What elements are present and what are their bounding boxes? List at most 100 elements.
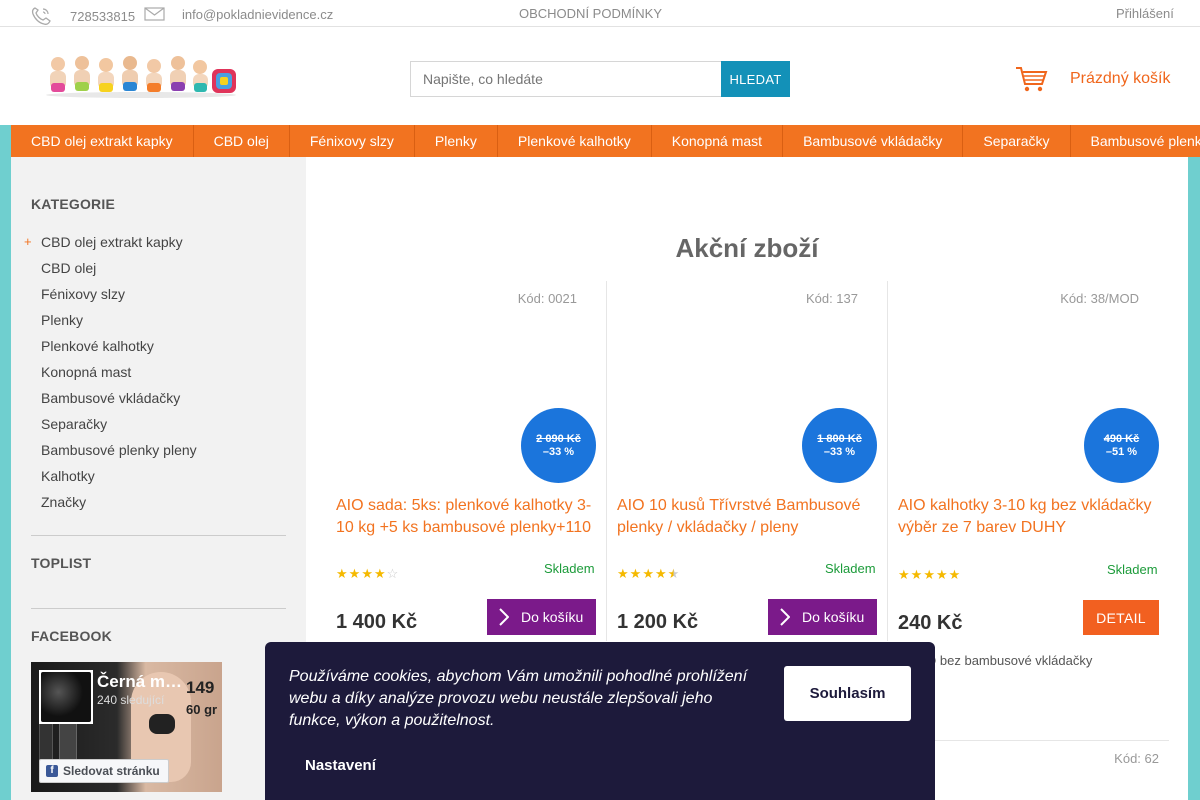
rating-stars: ★ ★ ★ ★ ☆ [336, 566, 398, 582]
category-item[interactable]: Plenkové kalhotky [41, 337, 197, 363]
discount-percent: –51 % [1105, 446, 1138, 458]
add-to-cart-button[interactable]: Do košíku [487, 599, 596, 635]
follow-label: Sledovat stránku [63, 764, 160, 778]
terms-link-label: OBCHODNÍ PODMÍNKY [519, 6, 663, 21]
cookie-settings-link[interactable]: Nastavení [305, 757, 376, 774]
nav-item-plenkove-kalhotky[interactable]: Plenkové kalhotky [498, 125, 652, 157]
cookie-text: Používáme cookies, abychom Vám umožnili … [289, 668, 748, 729]
cookie-agree-button[interactable]: Souhlasím [784, 666, 911, 721]
category-item[interactable]: Kalhotky [41, 467, 197, 493]
old-price: 2 090 Kč [536, 433, 581, 445]
phone-number: 728533815 [70, 8, 136, 24]
page-title: Akční zboží [675, 233, 819, 263]
discount-badge: 490 Kč –51 % [1084, 408, 1159, 483]
product-price: 1 200 Kč [617, 611, 699, 633]
category-label: Fénixovy slzy [41, 286, 126, 302]
category-item[interactable]: Bambusové plenky pleny [41, 441, 197, 467]
rating-stars: ★ ★ ★ ★ ★ [898, 567, 960, 583]
product-code: Kód: 38/MOD [1060, 291, 1139, 306]
add-to-cart-button[interactable]: Do košíku [768, 599, 877, 635]
category-item[interactable]: Značky [41, 493, 197, 519]
avatar-image [41, 672, 91, 722]
chevron-right-icon [499, 608, 509, 626]
nav-item-plenky[interactable]: Plenky [415, 125, 498, 157]
page-avatar[interactable] [39, 670, 93, 724]
category-item[interactable]: CBD olej [41, 259, 197, 285]
category-label: CBD olej [41, 260, 97, 276]
category-label: Kalhotky [41, 468, 95, 484]
facebook-follow-button[interactable]: f Sledovat stránku [39, 759, 169, 783]
category-label: Plenky [41, 312, 84, 328]
search-button[interactable]: HLEDAT [721, 61, 790, 97]
facebook-followers: 240 sledující [97, 693, 165, 707]
detail-button[interactable]: DETAIL [1083, 600, 1159, 635]
product-price: 1 400 Kč [336, 611, 418, 633]
star-icon: ★ [948, 567, 961, 582]
envelope-icon [144, 7, 165, 21]
row-divider [898, 740, 1169, 741]
email-contact[interactable]: info@pokladnievidence.cz [144, 6, 333, 22]
add-to-cart-label: Do košíku [521, 609, 584, 625]
star-icon: ★ [617, 566, 629, 581]
category-label: Konopná mast [41, 364, 132, 380]
login-link[interactable]: Přihlášení [1116, 6, 1174, 21]
category-item[interactable]: Bambusové vkládačky [41, 389, 197, 415]
category-item[interactable]: Fénixovy slzy [41, 285, 197, 311]
nav-item-fenixovy-slzy[interactable]: Fénixovy slzy [290, 125, 415, 157]
terms-link[interactable]: OBCHODNÍ PODMÍNKY [519, 6, 662, 21]
search-input[interactable] [410, 61, 721, 97]
product-name[interactable]: AIO sada: 5ks: plenkové kalhotky 3-10 kg… [336, 495, 598, 539]
rating-stars: ★ ★ ★ ★ ★ [617, 566, 679, 582]
nav-item-cbd-extrakt[interactable]: CBD olej extrakt kapky [11, 125, 194, 157]
sidebar-divider [31, 608, 286, 609]
main-navigation: CBD olej extrakt kapky CBD olej Fénixovy… [11, 125, 1200, 157]
cart-link[interactable]: Prázdný košík [1015, 65, 1170, 93]
product-code: Kód: 0021 [517, 291, 577, 306]
category-label: Značky [41, 494, 87, 510]
category-label: Bambusové vkládačky [41, 390, 181, 406]
product-name[interactable]: AIO 10 kusů Třívrstvé Bambusové plenky /… [617, 495, 879, 539]
nav-item-bambusove-vkladacky[interactable]: Bambusové vkládačky [783, 125, 964, 157]
product-card: Kód: 38/MOD 490 Kč –51 % AIO kalhotky 3-… [868, 281, 1159, 668]
star-icon: ★ [935, 567, 948, 582]
product-price: 240 Kč [898, 612, 963, 634]
discount-percent: –33 % [542, 446, 575, 458]
add-to-cart-label: Do košíku [802, 609, 865, 625]
cookie-banner: Používáme cookies, abychom Vám umožnili … [265, 642, 935, 800]
nav-item-bambusove-plenky[interactable]: Bambusové plenky pleny [1071, 125, 1200, 157]
facebook-page-name[interactable]: Černá m… [97, 672, 182, 692]
product-name[interactable]: AIO kalhotky 3-10 kg bez vkládačky výběr… [898, 495, 1160, 539]
product-code: Kód: 62 [1114, 751, 1159, 766]
star-icon: ★ [654, 566, 667, 581]
discount-percent: –33 % [823, 446, 856, 458]
facebook-icon: f [46, 765, 58, 777]
category-list: + CBD olej extrakt kapky CBD olej Fénixov… [24, 233, 197, 519]
category-item[interactable]: Plenky [41, 311, 197, 337]
toplist-heading: TOPLIST [31, 555, 92, 571]
plus-icon: + [24, 234, 32, 249]
nav-item-separacky[interactable]: Separačky [963, 125, 1071, 157]
promo-number: 149 [186, 678, 215, 697]
category-item[interactable]: + CBD olej extrakt kapky [24, 233, 197, 259]
discount-badge: 2 090 Kč –33 % [521, 408, 596, 483]
site-header: HLEDAT Prázdný košík [0, 27, 1200, 125]
chevron-right-icon [780, 608, 790, 626]
old-price: 490 Kč [1103, 433, 1140, 445]
phone-contact[interactable]: 728533815 [30, 6, 135, 26]
face-mask [149, 714, 175, 734]
nav-item-cbd-olej[interactable]: CBD olej [194, 125, 290, 157]
product-card: Kód: 0021 2 090 Kč –33 % AIO sada: 5ks: … [306, 281, 596, 641]
star-icon: ★ [361, 566, 373, 581]
nav-item-konopna-mast[interactable]: Konopná mast [652, 125, 784, 157]
category-item[interactable]: Separačky [41, 415, 197, 441]
category-item[interactable]: Konopná mast [41, 363, 197, 389]
facebook-heading: FACEBOOK [31, 628, 112, 644]
discount-badge: 1 800 Kč –33 % [802, 408, 877, 483]
babies-logo-image [46, 56, 236, 98]
category-label: CBD olej extrakt kapky [41, 234, 183, 250]
login-link-label: Přihlášení [1116, 6, 1174, 21]
star-icon: ★ [923, 567, 935, 582]
top-bar: 728533815 info@pokladnievidence.cz OBCHO… [0, 0, 1200, 27]
site-logo[interactable] [44, 51, 239, 99]
sidebar-divider [31, 535, 286, 536]
